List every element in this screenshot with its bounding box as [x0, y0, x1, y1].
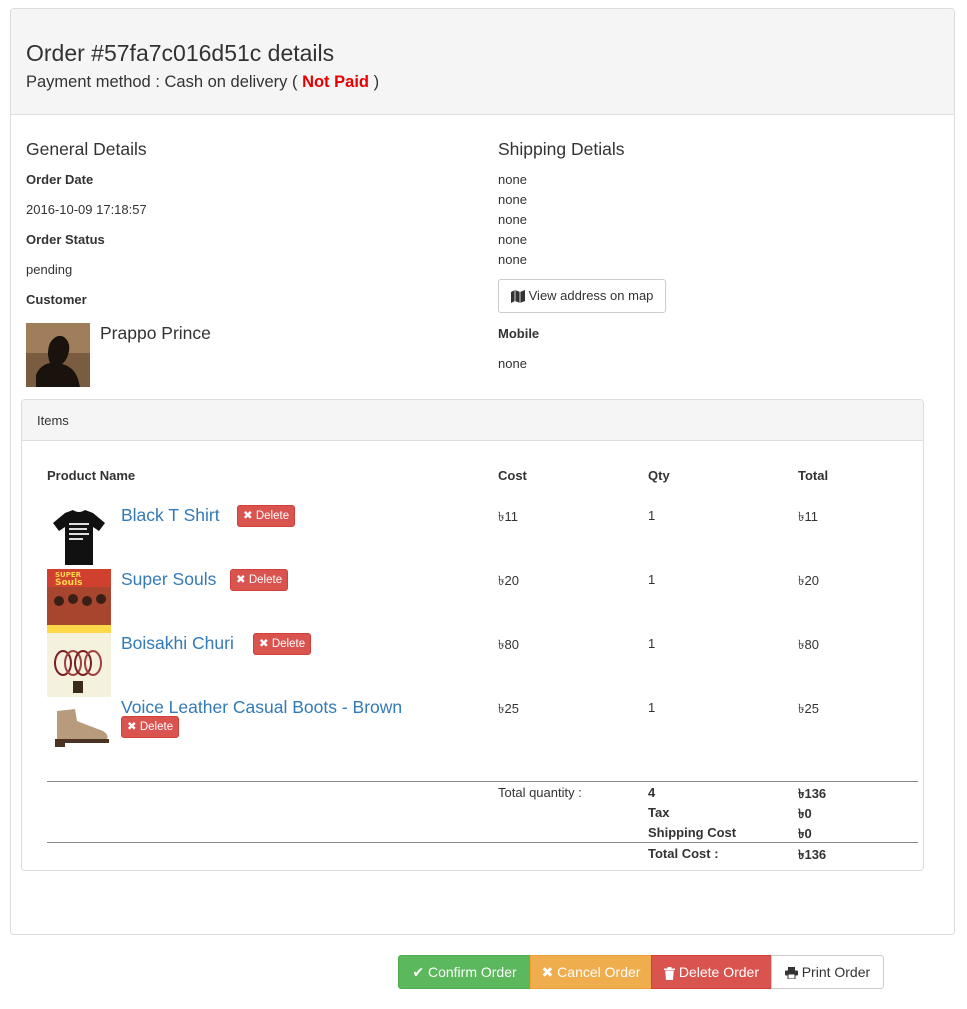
- cancel-order-label: Cancel Order: [557, 964, 641, 980]
- total-quantity-label: Total quantity :: [498, 785, 582, 800]
- print-order-button[interactable]: Print Order: [771, 955, 884, 989]
- item-total: ৳11: [798, 509, 818, 524]
- item-cost: ৳25: [498, 701, 519, 716]
- delete-order-label: Delete Order: [678, 964, 760, 980]
- col-total: Total: [798, 468, 829, 483]
- delete-item-label: Delete: [139, 721, 174, 733]
- item-qty: 1: [648, 508, 656, 523]
- map-icon: [511, 288, 525, 304]
- tax-label: Tax: [648, 805, 670, 820]
- product-image[interactable]: [47, 505, 111, 569]
- total-cost-value: ৳136: [798, 847, 827, 862]
- item-total: ৳20: [798, 573, 819, 588]
- shipping-line: none: [498, 192, 527, 207]
- product-image[interactable]: SUPER Souls: [47, 569, 111, 633]
- print-icon: [784, 964, 798, 980]
- close-icon: ✖: [127, 721, 137, 733]
- order-status-value: pending: [26, 262, 73, 277]
- item-cost: ৳80: [498, 637, 519, 652]
- close-icon: ✖: [541, 964, 554, 980]
- view-address-on-map-button[interactable]: View address on map: [498, 279, 667, 313]
- tax-value: ৳0: [798, 806, 812, 821]
- delete-order-button[interactable]: Delete Order: [651, 955, 772, 989]
- order-status-label: Order Status: [26, 232, 105, 247]
- page-title: Order #57fa7c016d51c details: [26, 40, 335, 66]
- item-cost: ৳11: [498, 509, 518, 524]
- col-qty: Qty: [648, 468, 670, 483]
- avatar: [26, 323, 90, 387]
- subtotal-value: ৳136: [798, 786, 827, 801]
- cancel-order-button[interactable]: ✖ Cancel Order: [530, 955, 652, 989]
- shipping-line: none: [498, 172, 527, 187]
- shipping-line: none: [498, 232, 527, 247]
- shipping-line: none: [498, 212, 527, 227]
- delete-item-label: Delete: [255, 510, 290, 522]
- close-icon: ✖: [243, 510, 253, 522]
- total-cost-label: Total Cost :: [648, 846, 719, 861]
- items-heading: Items: [22, 400, 923, 441]
- item-total: ৳25: [798, 701, 819, 716]
- col-product-name: Product Name: [47, 468, 136, 483]
- total-quantity-value: 4: [648, 785, 656, 800]
- item-qty: 1: [648, 700, 656, 715]
- check-icon: ✔: [412, 964, 425, 980]
- close-icon: ✖: [236, 574, 246, 586]
- total-divider: [47, 842, 918, 843]
- mobile-value: none: [498, 356, 527, 371]
- close-icon: ✖: [259, 638, 269, 650]
- general-details-title: General Details: [26, 139, 147, 159]
- delete-item-button[interactable]: ✖ Delete: [230, 569, 289, 591]
- product-link[interactable]: Boisakhi Churi: [121, 633, 234, 654]
- delete-item-button[interactable]: ✖ Delete: [121, 716, 180, 738]
- svg-text:Souls: Souls: [55, 578, 83, 588]
- customer-label: Customer: [26, 292, 87, 307]
- trash-icon: [663, 964, 675, 980]
- product-link[interactable]: Voice Leather Casual Boots - Brown: [121, 697, 402, 718]
- delete-item-button[interactable]: ✖ Delete: [253, 633, 312, 655]
- confirm-order-button[interactable]: ✔ Confirm Order: [398, 955, 531, 989]
- shipping-details-title: Shipping Detials: [498, 139, 625, 159]
- delete-item-button[interactable]: ✖ Delete: [237, 505, 296, 527]
- view-address-on-map-label: View address on map: [528, 288, 654, 303]
- payment-method-text: Payment method : Cash on delivery (: [26, 73, 298, 91]
- delete-item-label: Delete: [248, 574, 283, 586]
- confirm-order-label: Confirm Order: [427, 964, 517, 980]
- order-date-label: Order Date: [26, 172, 94, 187]
- product-link[interactable]: Super Souls: [121, 569, 216, 590]
- payment-method: Payment method : Cash on delivery ( Not …: [26, 73, 939, 92]
- item-total: ৳80: [798, 637, 819, 652]
- print-order-label: Print Order: [801, 964, 871, 980]
- order-date-value: 2016-10-09 17:18:57: [26, 202, 147, 217]
- delete-item-label: Delete: [271, 638, 306, 650]
- product-image[interactable]: [47, 633, 111, 697]
- summary-divider: [47, 781, 918, 782]
- mobile-label: Mobile: [498, 326, 540, 341]
- customer-name[interactable]: Prappo Prince: [100, 323, 211, 344]
- item-cost: ৳20: [498, 573, 519, 588]
- product-link[interactable]: Black T Shirt: [121, 505, 220, 526]
- order-header: Order #57fa7c016d51c details Payment met…: [11, 9, 954, 115]
- product-image[interactable]: [47, 697, 111, 761]
- payment-method-suffix: ): [373, 73, 380, 91]
- col-cost: Cost: [498, 468, 527, 483]
- shipping-cost-label: Shipping Cost: [648, 825, 737, 840]
- shipping-line: none: [498, 252, 527, 267]
- item-qty: 1: [648, 572, 656, 587]
- item-qty: 1: [648, 636, 656, 651]
- payment-status-badge: Not Paid: [302, 73, 369, 91]
